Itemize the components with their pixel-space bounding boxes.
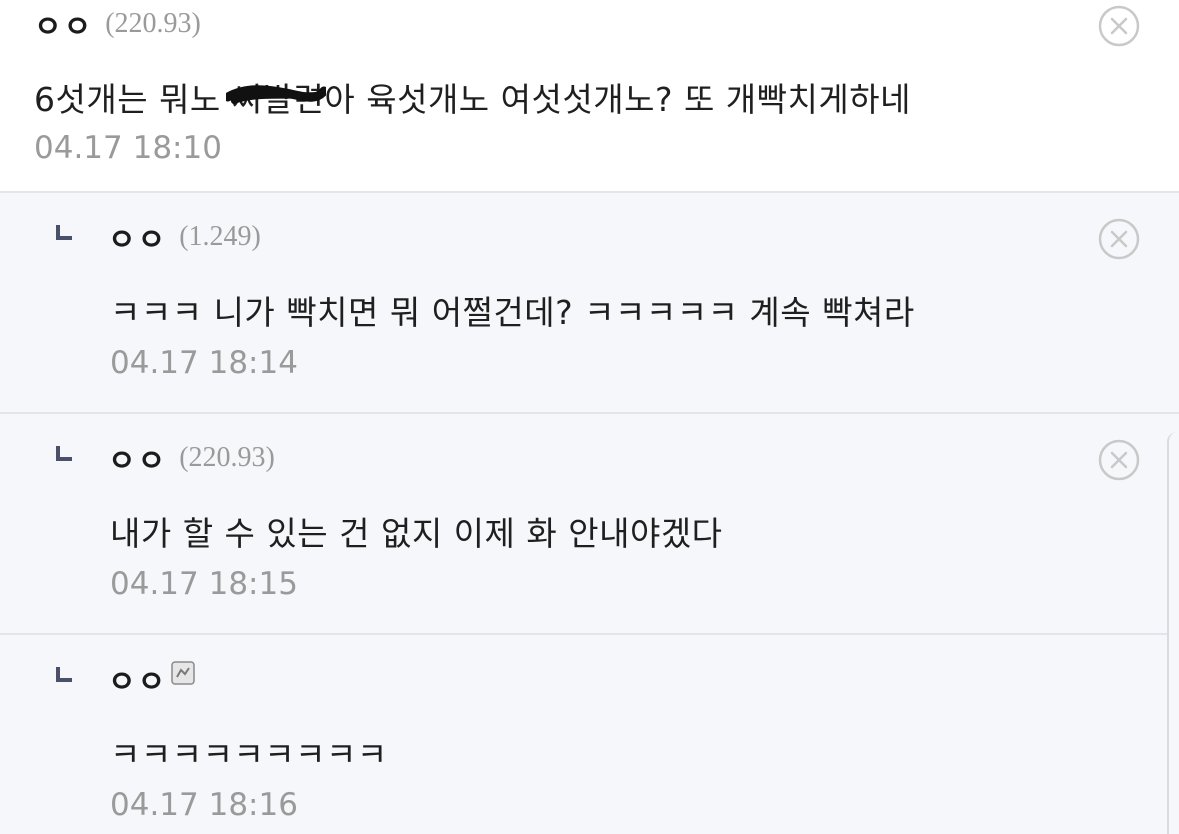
nickname[interactable]: ㅇㅇ (108, 657, 167, 701)
ip-address: (220.93) (105, 8, 201, 39)
reply-header: ㅇㅇ (1.249) (56, 215, 261, 259)
reply-text: ㅋㅋㅋㅋㅋㅋㅋㅋㅋ (110, 735, 388, 774)
nickname[interactable]: ㅇㅇ (108, 436, 167, 480)
comment-text: 6섯개는 뭐노 씨발련 아 육섯개노 여섯섯개노? 또 개빡치게하네 (34, 73, 911, 121)
reply-arrow-icon (56, 446, 72, 462)
scrollbar[interactable] (1167, 432, 1179, 834)
reply-header: ㅇㅇ (220.93) (56, 436, 275, 480)
ip-address: (1.249) (179, 221, 261, 252)
censored-word: 씨발련 (225, 73, 326, 121)
reply-header: ㅇㅇ (56, 657, 195, 701)
delete-button[interactable] (1097, 4, 1141, 48)
reply-comment: ㅇㅇ (220.93) 내가 할 수 있는 건 없지 이제 화 안내야겠다 04… (0, 414, 1179, 635)
delete-button[interactable] (1097, 217, 1141, 261)
reply-text: ㅋㅋㅋ 니가 빡치면 뭐 어쩔건데? ㅋㅋㅋㅋㅋ 계속 빡쳐라 (110, 293, 915, 332)
reply-text: 내가 할 수 있는 건 없지 이제 화 안내야겠다 (110, 514, 723, 553)
comment-main: ㅇㅇ (220.93) 6섯개는 뭐노 씨발련 아 육섯개노 여섯섯개노? 또 개… (0, 0, 1179, 193)
reply-arrow-icon (56, 667, 72, 683)
reply-comment: ㅇㅇ (1.249) ㅋㅋㅋ 니가 빡치면 뭐 어쩔건데? ㅋㅋㅋㅋㅋ 계속 빡… (0, 193, 1179, 414)
close-circle-icon (1098, 218, 1140, 260)
comment-text-start: 6섯개는 뭐노 (34, 80, 232, 119)
member-badge-icon (171, 661, 195, 685)
nickname[interactable]: ㅇㅇ (108, 215, 167, 259)
reply-date: 04.17 18:15 (110, 566, 298, 602)
censored-word-text: 씨발련 (231, 80, 325, 119)
comment-date: 04.17 18:10 (34, 130, 222, 166)
close-circle-icon (1098, 5, 1140, 47)
reply-arrow-icon (56, 225, 72, 241)
close-circle-icon (1098, 439, 1140, 481)
delete-button[interactable] (1097, 438, 1141, 482)
nickname[interactable]: ㅇㅇ (34, 2, 93, 46)
reply-comment: ㅇㅇ ㅋㅋㅋㅋㅋㅋㅋㅋㅋ 04.17 18:16 (0, 635, 1179, 834)
reply-date: 04.17 18:14 (110, 345, 298, 381)
reply-date: 04.17 18:16 (110, 787, 298, 823)
ip-address: (220.93) (179, 442, 275, 473)
comment-header: ㅇㅇ (220.93) (34, 2, 201, 46)
comment-text-end: 아 육섯개노 여섯섯개노? 또 개빡치게하네 (324, 80, 911, 119)
